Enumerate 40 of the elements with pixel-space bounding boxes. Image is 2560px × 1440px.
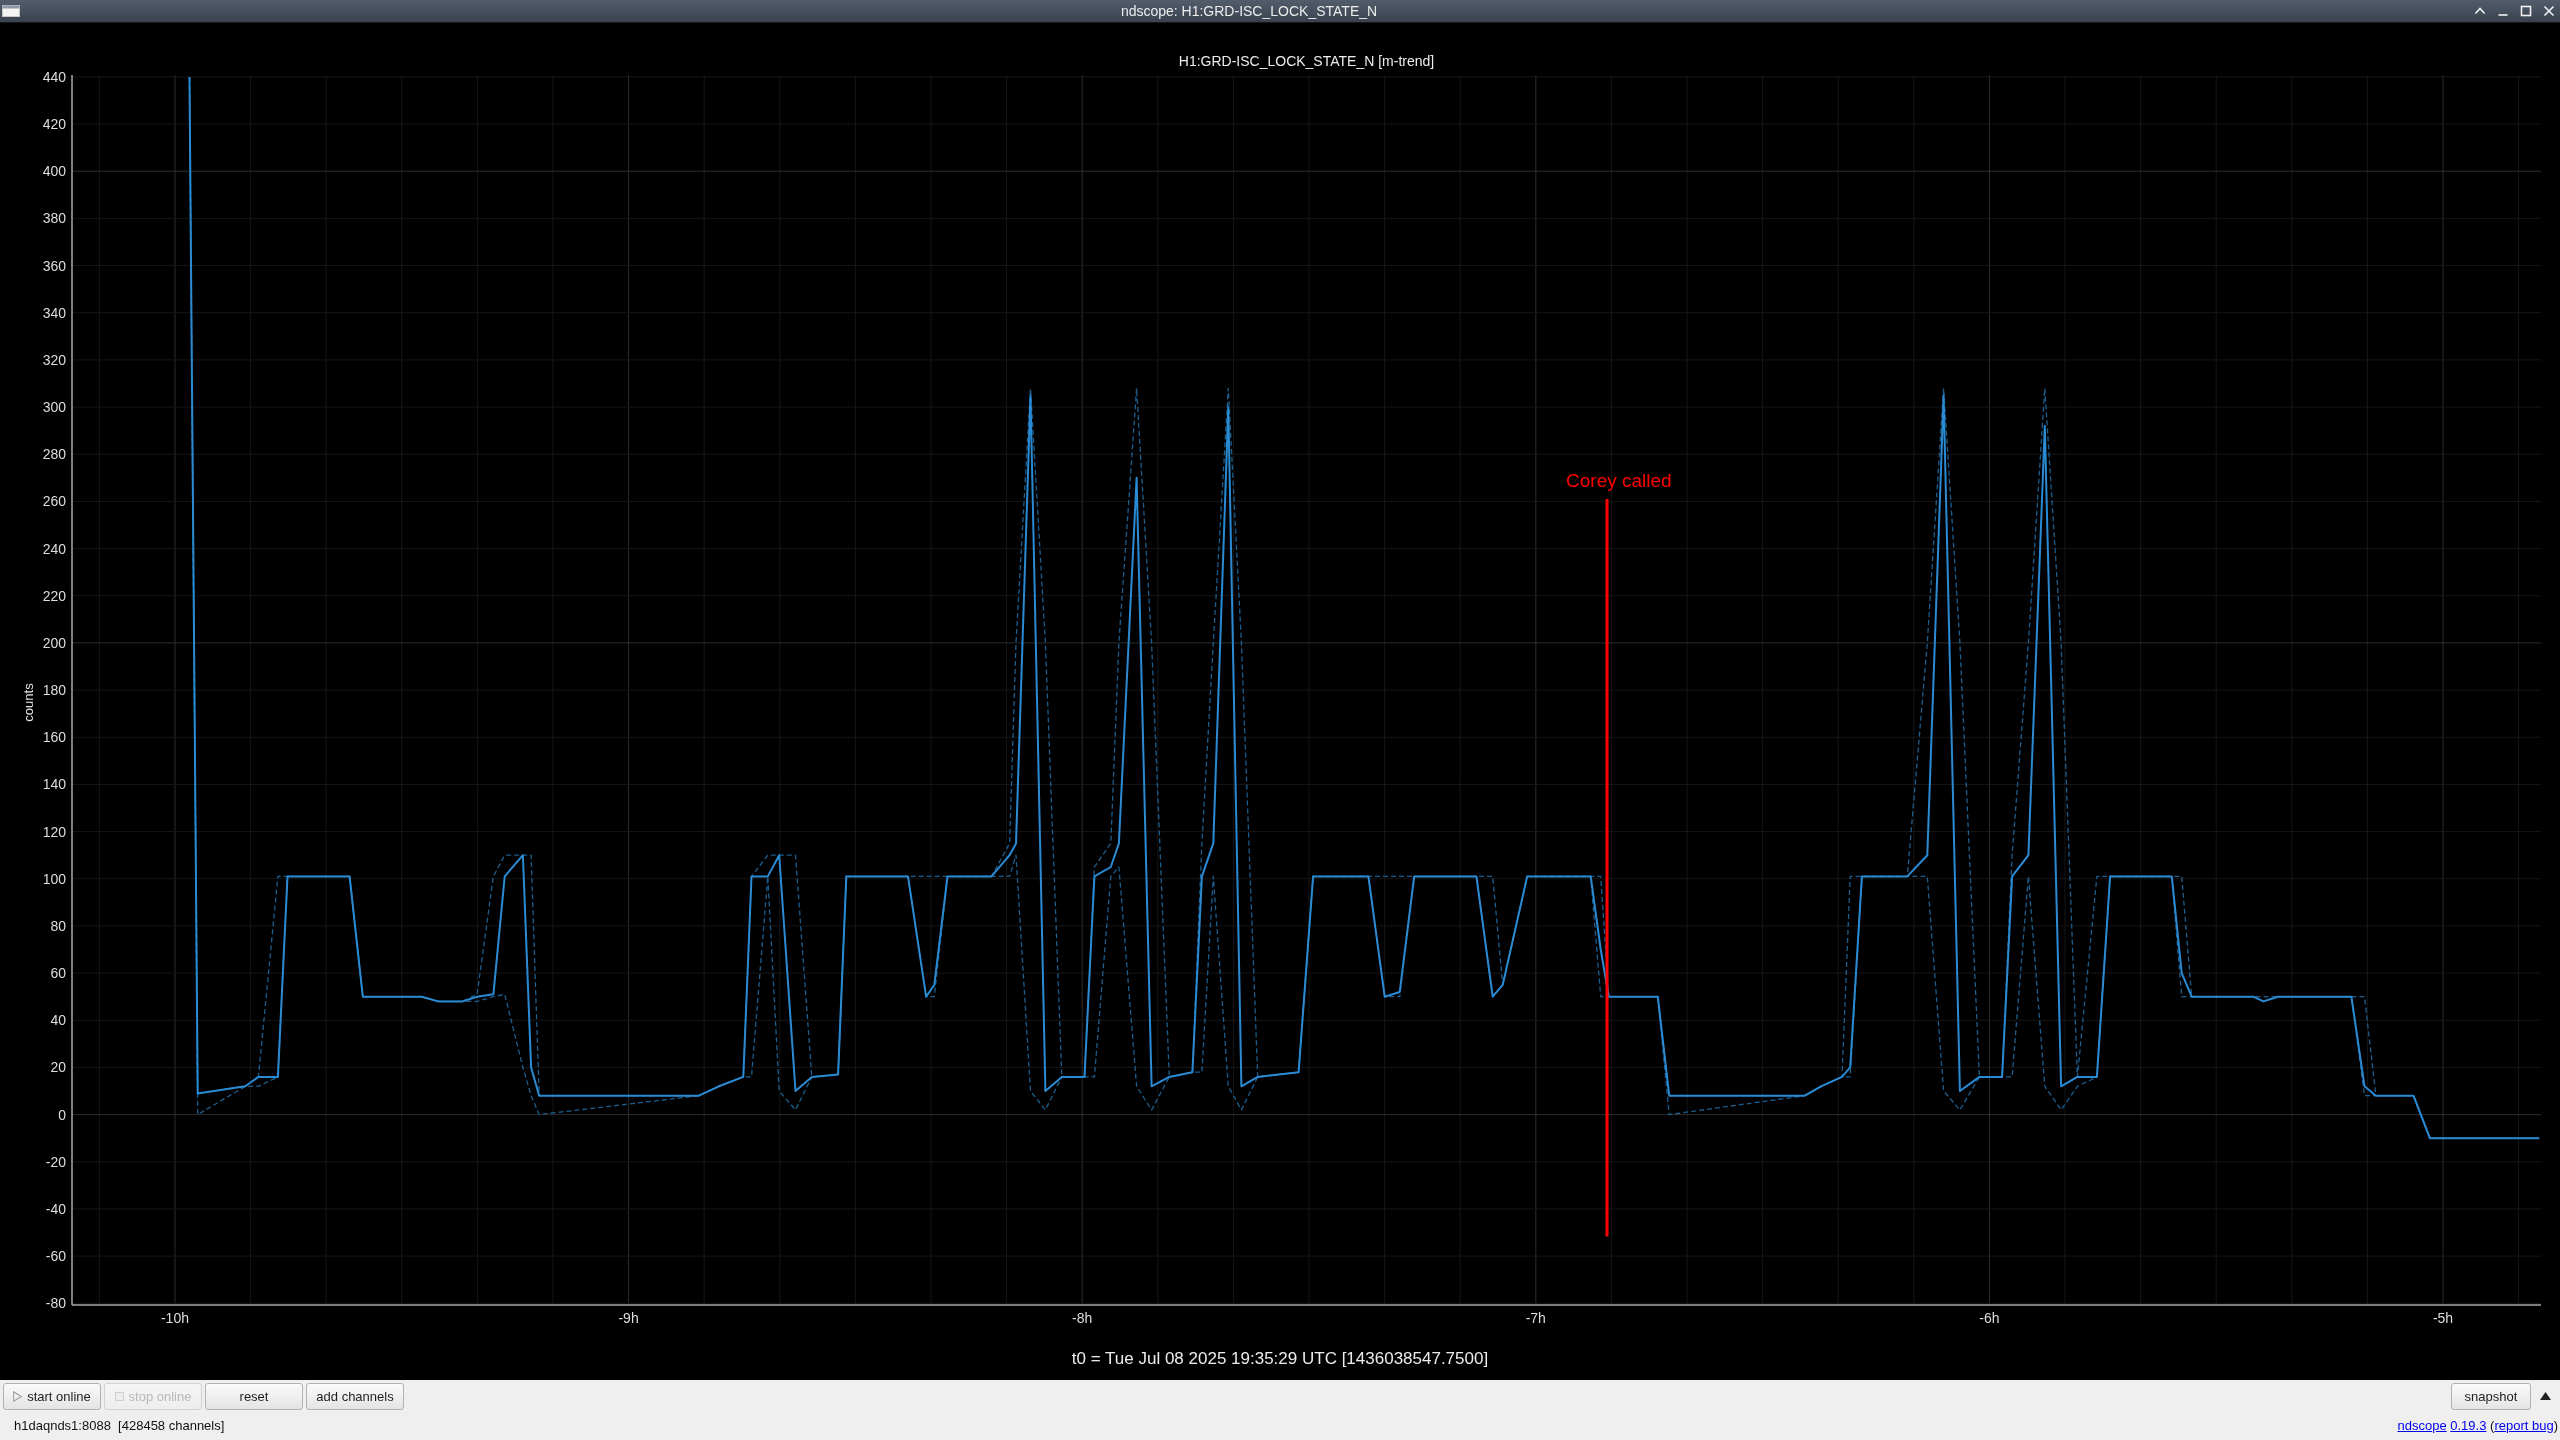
y-tick-label: 200 (42, 634, 66, 651)
y-tick-label: 380 (42, 210, 66, 227)
y-tick-label: 20 (50, 1059, 66, 1076)
plot-title: H1:GRD-ISC_LOCK_STATE_N [m-trend] (1178, 53, 1435, 69)
y-tick-label: -40 (45, 1200, 66, 1217)
y-tick-label: 240 (42, 540, 66, 557)
y-tick-label: 300 (42, 399, 66, 416)
y-tick-label: 100 (42, 870, 66, 887)
time-origin-label: t0 = Tue Jul 08 2025 19:35:29 UTC [1436038547.7500] (1071, 1349, 1489, 1368)
y-tick-label: 120 (42, 823, 66, 840)
x-tick-label: -5h (2432, 1310, 2454, 1326)
y-tick-label: 340 (42, 304, 66, 321)
y-tick-label: 420 (42, 116, 66, 133)
y-tick-label: -80 (45, 1295, 66, 1312)
y-tick-label: 260 (42, 493, 66, 510)
y-tick-label: 140 (42, 776, 66, 793)
version-info: ndscope 0.19.3 (report bug) (2397, 1417, 2558, 1433)
y-tick-label: 0 (58, 1106, 66, 1123)
y-tick-label: 360 (42, 257, 66, 274)
y-tick-label: 400 (42, 163, 66, 180)
y-tick-label: 60 (50, 965, 66, 982)
y-tick-label: 280 (42, 446, 66, 463)
annotation-label: Corey called (1566, 470, 1672, 491)
y-tick-label: 80 (50, 917, 66, 934)
y-tick-label: -60 (45, 1248, 66, 1265)
x-tick-label: -9h (618, 1310, 639, 1326)
window-title: ndscope: H1:GRD-ISC_LOCK_STATE_N (1120, 3, 1378, 19)
y-tick-label: 440 (42, 68, 66, 85)
y-tick-label: 320 (42, 351, 66, 368)
x-tick-label: -6h (1979, 1310, 2000, 1326)
y-tick-label: 220 (42, 587, 66, 604)
connection-status: h1daqnds1:8088 [428458 channels] (14, 1417, 225, 1433)
x-tick-label: -10h (160, 1310, 189, 1326)
y-tick-label: 160 (42, 729, 66, 746)
y-tick-label: 180 (42, 682, 66, 699)
y-tick-label: 40 (50, 1012, 66, 1029)
x-tick-label: -7h (1525, 1310, 1546, 1326)
y-tick-label: -20 (45, 1153, 66, 1170)
x-tick-label: -8h (1072, 1310, 1093, 1326)
y-axis-label: counts (21, 683, 36, 722)
